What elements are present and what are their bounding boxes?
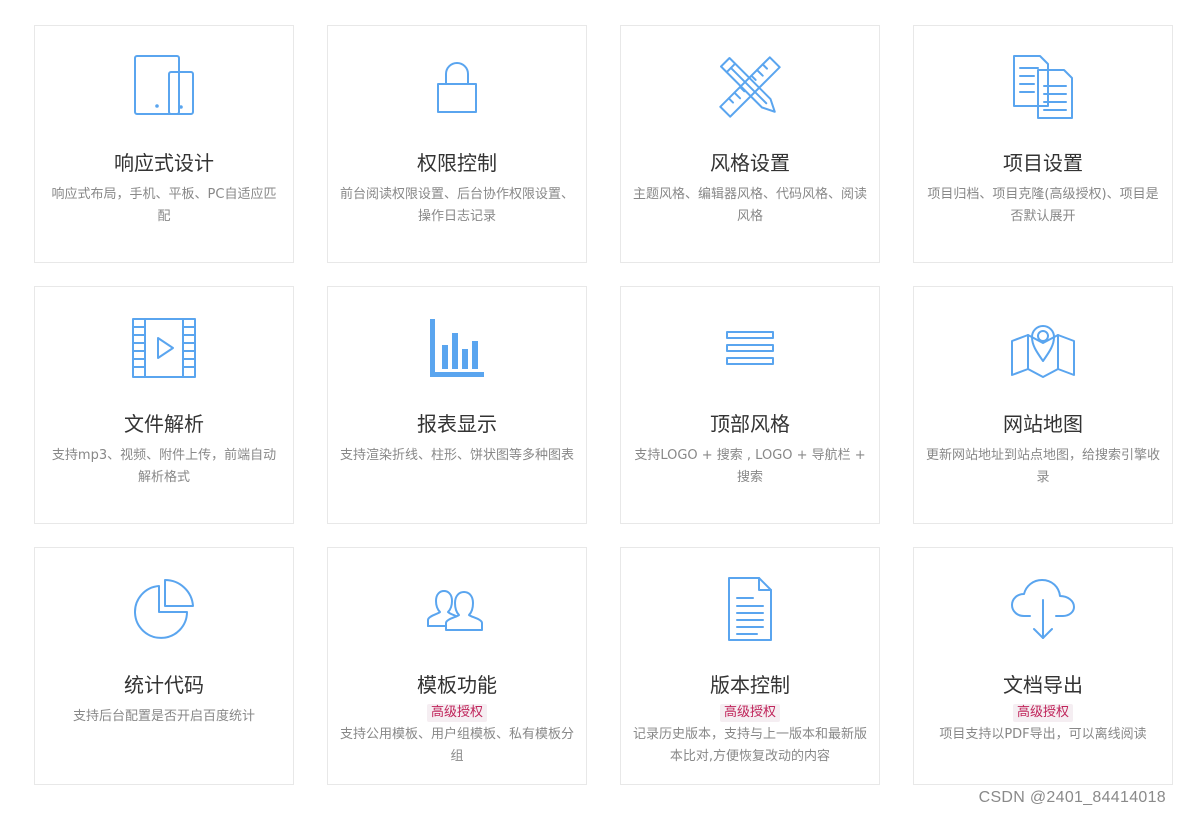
csdn-watermark: CSDN @2401_84414018 [978,789,1166,806]
feature-title: 模板功能 [417,673,497,697]
feature-card-top-style: 顶部风格 支持LOGO + 搜索 , LOGO + 导航栏 + 搜索 [620,286,880,524]
feature-title: 文档导出 [1003,673,1083,697]
feature-card-stats: 统计代码 支持后台配置是否开启百度统计 [34,547,294,785]
feature-title: 统计代码 [124,673,204,697]
premium-badge: 高级授权 [1012,704,1073,722]
documents-icon [1013,55,1073,119]
feature-title: 版本控制 [710,673,790,697]
menu-lines-icon [726,331,774,365]
feature-desc: 项目归档、项目克隆(高级授权)、项目是否默认展开 [927,187,1159,224]
feature-card-file-parse: 文件解析 支持mp3、视频、附件上传，前端自动解析格式 [34,286,294,524]
video-file-icon [132,318,196,378]
pie-chart-icon [134,578,194,639]
feature-title: 文件解析 [124,412,204,436]
feature-title: 网站地图 [1003,412,1083,436]
feature-card-template: 模板功能 高级授权 支持公用模板、用户组模板、私有模板分组 [327,547,587,785]
cloud-download-icon [1011,579,1075,639]
feature-desc: 支持渲染折线、柱形、饼状图等多种图表 [339,448,574,463]
feature-card-permission: 权限控制 前台阅读权限设置、后台协作权限设置、操作日志记录 [327,25,587,263]
feature-card-sitemap: 网站地图 更新网站地址到站点地图，给搜索引擎收录 [913,286,1173,524]
responsive-devices-icon [134,55,194,115]
feature-card-version: 版本控制 高级授权 记录历史版本，支持与上一版本和最新版本比对,方便恢复改动的内… [620,547,880,785]
feature-title: 项目设置 [1003,151,1083,175]
map-pin-icon [1011,325,1075,378]
feature-desc: 支持公用模板、用户组模板、私有模板分组 [339,727,574,764]
feature-desc: 支持mp3、视频、附件上传，前端自动解析格式 [51,448,277,485]
lock-icon [437,62,477,113]
feature-desc: 记录历史版本，支持与上一版本和最新版本比对,方便恢复改动的内容 [632,727,867,764]
feature-desc: 支持LOGO + 搜索 , LOGO + 导航栏 + 搜索 [634,448,866,485]
feature-desc: 前台阅读权限设置、后台协作权限设置、操作日志记录 [339,187,574,224]
premium-badge: 高级授权 [426,704,487,722]
premium-badge: 高级授权 [719,704,780,722]
feature-desc: 响应式布局，手机、平板、PC自适应匹配 [51,187,277,224]
feature-desc: 更新网站地址到站点地图，给搜索引擎收录 [925,448,1160,485]
feature-desc: 支持后台配置是否开启百度统计 [72,709,255,724]
feature-title: 响应式设计 [114,151,214,175]
feature-card-report: 报表显示 支持渲染折线、柱形、饼状图等多种图表 [327,286,587,524]
pencil-ruler-icon [719,56,781,118]
feature-card-style: 风格设置 主题风格、编辑器风格、代码风格、阅读风格 [620,25,880,263]
users-icon [427,590,483,631]
feature-grid: 响应式设计 响应式布局，手机、平板、PC自适应匹配 权限控制 前台阅读权限设置、… [34,25,1173,785]
feature-desc: 项目支持以PDF导出，可以离线阅读 [939,727,1147,742]
feature-card-export: 文档导出 高级授权 项目支持以PDF导出，可以离线阅读 [913,547,1173,785]
feature-card-project-settings: 项目设置 项目归档、项目克隆(高级授权)、项目是否默认展开 [913,25,1173,263]
document-lines-icon [728,577,772,641]
feature-title: 风格设置 [710,151,790,175]
bar-chart-icon [430,319,484,377]
feature-card-responsive: 响应式设计 响应式布局，手机、平板、PC自适应匹配 [34,25,294,263]
feature-desc: 主题风格、编辑器风格、代码风格、阅读风格 [632,187,867,224]
feature-title: 报表显示 [417,412,497,436]
feature-title: 顶部风格 [710,412,790,436]
feature-title: 权限控制 [417,151,497,175]
